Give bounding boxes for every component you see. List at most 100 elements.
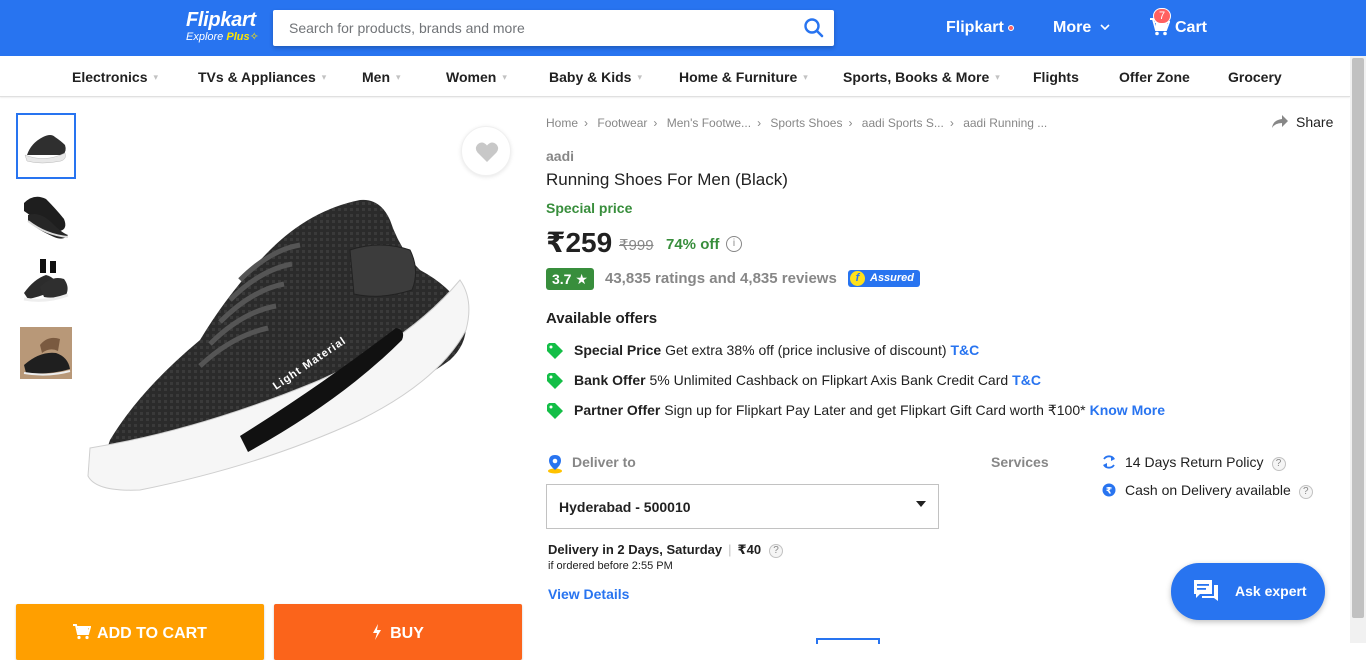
thumbnail-2[interactable] bbox=[16, 182, 76, 248]
offer-tag-icon bbox=[547, 343, 563, 359]
location-pin-icon bbox=[548, 455, 562, 474]
breadcrumb-home[interactable]: Home bbox=[546, 116, 578, 130]
logo-text: Flipkart bbox=[186, 9, 256, 31]
view-details-link[interactable]: View Details bbox=[548, 586, 629, 602]
chevron-right-icon: › bbox=[653, 116, 658, 130]
chevron-down-icon: ▾ bbox=[153, 72, 159, 82]
assured-icon: f bbox=[850, 271, 865, 286]
info-icon[interactable]: i bbox=[726, 236, 742, 252]
product-price: ₹259 bbox=[546, 227, 613, 258]
cart-icon bbox=[73, 624, 92, 640]
more-menu[interactable]: More bbox=[1053, 19, 1110, 37]
nav-men[interactable]: Men ▾ bbox=[362, 69, 401, 85]
chevron-down-icon: ▾ bbox=[321, 72, 327, 82]
nav-offer-zone[interactable]: Offer Zone bbox=[1119, 69, 1190, 85]
logo-tagline: Explore Plus✧ bbox=[186, 31, 259, 43]
breadcrumb-footwear[interactable]: Footwear bbox=[597, 116, 647, 130]
ratings-reviews-count[interactable]: 43,835 ratings and 4,835 reviews bbox=[605, 270, 837, 287]
chevron-down-icon: ▾ bbox=[396, 72, 401, 82]
svg-text:₹: ₹ bbox=[1106, 487, 1112, 497]
original-price: ₹999 bbox=[619, 237, 654, 254]
wishlist-button[interactable] bbox=[461, 126, 511, 176]
help-icon[interactable]: ? bbox=[1298, 485, 1313, 499]
nav-electronics[interactable]: Electronics ▾ bbox=[72, 69, 158, 85]
chevron-right-icon: › bbox=[757, 116, 762, 130]
category-nav: Electronics ▾ TVs & Appliances ▾ Men ▾ Wome… bbox=[0, 56, 1350, 97]
breadcrumb-aadi-sports[interactable]: aadi Sports S... bbox=[862, 116, 944, 130]
chevron-right-icon: › bbox=[584, 116, 589, 130]
discount-percent: 74% off bbox=[666, 236, 720, 253]
thumbnail-4[interactable] bbox=[16, 318, 76, 384]
search-input[interactable] bbox=[273, 10, 783, 46]
scrollbar-thumb[interactable] bbox=[1352, 58, 1364, 618]
chevron-right-icon: › bbox=[848, 116, 853, 130]
add-to-cart-button[interactable]: ADD TO CART bbox=[16, 604, 264, 660]
shoe-pair-thumbnail-image bbox=[24, 196, 69, 239]
buy-now-button[interactable]: BUY bbox=[274, 604, 522, 660]
offer-tag-icon bbox=[547, 403, 563, 419]
lightning-icon bbox=[373, 624, 382, 640]
search-icon bbox=[804, 18, 824, 38]
terms-link[interactable]: T&C bbox=[1012, 372, 1041, 388]
nav-women[interactable]: Women ▾ bbox=[446, 69, 507, 85]
nav-tvs-appliances[interactable]: TVs & Appliances ▾ bbox=[198, 69, 326, 85]
help-icon[interactable]: ? bbox=[1271, 457, 1286, 471]
know-more-link[interactable]: Know More bbox=[1090, 402, 1165, 418]
return-icon bbox=[1103, 455, 1115, 469]
star-icon: ★ bbox=[575, 271, 588, 287]
order-cutoff: if ordered before 2:55 PM bbox=[548, 560, 673, 572]
flipkart-logo[interactable]: Flipkart Explore Plus✧ bbox=[186, 9, 259, 43]
offer-tag-icon bbox=[547, 373, 563, 389]
breadcrumb-aadi-running[interactable]: aadi Running ... bbox=[963, 116, 1047, 130]
breadcrumb-sports-shoes[interactable]: Sports Shoes bbox=[770, 116, 842, 130]
product-title: Running Shoes For Men (Black) bbox=[546, 170, 788, 189]
available-offers-heading: Available offers bbox=[546, 310, 658, 327]
product-main-image[interactable]: Light Material bbox=[80, 190, 480, 509]
services-label: Services bbox=[991, 454, 1049, 470]
shoe-thumbnail-image bbox=[24, 135, 66, 164]
cart-count-badge: 7 bbox=[1153, 8, 1171, 24]
breadcrumb: Home › Footwear › Men's Footwe... › Sports … bbox=[546, 116, 1047, 130]
chat-icon bbox=[1194, 580, 1218, 601]
chevron-down-icon: ▾ bbox=[995, 72, 1000, 82]
account-menu[interactable]: Flipkart bbox=[946, 19, 1014, 37]
product-brand[interactable]: aadi bbox=[546, 148, 574, 164]
help-icon[interactable]: ? bbox=[769, 544, 784, 558]
pincode-value: Hyderabad - 500010 bbox=[559, 499, 691, 515]
thumbnail-1[interactable] bbox=[16, 113, 76, 179]
nav-sports-books[interactable]: Sports, Books & More ▾ bbox=[843, 69, 1000, 85]
cart-link[interactable]: Cart bbox=[1175, 19, 1207, 37]
rupee-coin-icon: ₹ bbox=[1102, 483, 1116, 497]
delivery-estimate: Delivery in 2 Days, Saturday | ₹40? bbox=[548, 542, 784, 558]
assured-badge: f Assured bbox=[848, 270, 921, 287]
nav-grocery[interactable]: Grocery bbox=[1228, 69, 1282, 85]
page-scrollbar[interactable] bbox=[1350, 56, 1366, 643]
divider: | bbox=[728, 542, 732, 557]
deliver-to-label: Deliver to bbox=[572, 454, 636, 470]
search-bar bbox=[273, 10, 834, 46]
thumbnail-3[interactable] bbox=[16, 250, 76, 316]
logo-plus: Plus bbox=[226, 31, 250, 43]
notification-dot bbox=[1007, 24, 1014, 31]
chevron-down-icon: ▾ bbox=[502, 72, 507, 82]
rating-badge[interactable]: 3.7 ★ bbox=[546, 268, 594, 290]
terms-link[interactable]: T&C bbox=[951, 342, 980, 358]
special-price-label: Special price bbox=[546, 200, 633, 216]
chevron-right-icon: › bbox=[949, 116, 954, 130]
chevron-down-icon: ▾ bbox=[803, 72, 808, 82]
pincode-dropdown[interactable]: Hyderabad - 500010 bbox=[546, 484, 939, 529]
partial-element bbox=[816, 638, 880, 644]
top-header: Flipkart Explore Plus✧ Flipkart More 7 C… bbox=[0, 0, 1366, 56]
dropdown-arrow-icon bbox=[916, 501, 926, 507]
shoe-worn-thumbnail-image bbox=[23, 259, 69, 302]
nav-flights[interactable]: Flights bbox=[1033, 69, 1079, 85]
share-button[interactable]: Share bbox=[1272, 114, 1333, 130]
breadcrumb-mens-footwear[interactable]: Men's Footwe... bbox=[667, 116, 751, 130]
ask-expert-button[interactable]: Ask expert bbox=[1171, 563, 1325, 620]
nav-home-furniture[interactable]: Home & Furniture ▾ bbox=[679, 69, 808, 85]
search-button[interactable] bbox=[802, 16, 826, 40]
nav-baby-kids[interactable]: Baby & Kids ▾ bbox=[549, 69, 642, 85]
running-shoe-image: Light Material bbox=[87, 199, 470, 491]
shoe-laces-thumbnail-image bbox=[20, 327, 72, 379]
chevron-down-icon bbox=[1100, 24, 1110, 31]
